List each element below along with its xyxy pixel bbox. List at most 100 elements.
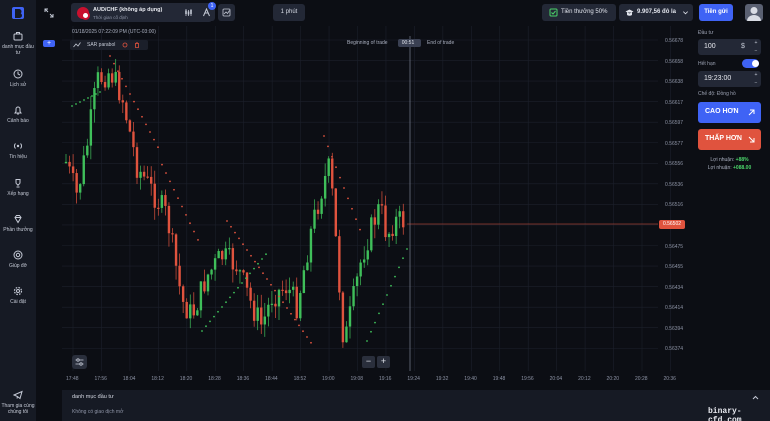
chevron-up-icon[interactable] [752, 394, 759, 401]
deposit-button[interactable]: Tiền gửi [699, 4, 733, 21]
sar-dot [355, 218, 357, 221]
sidebar-item-label: danh mục đầu tư [2, 44, 34, 56]
chart-settings-button[interactable] [72, 355, 87, 369]
sar-dot [327, 145, 329, 148]
sar-dot [213, 315, 215, 318]
candle-body [181, 286, 185, 302]
trade-end-label: End of trade [427, 40, 455, 46]
candle-body [128, 120, 132, 132]
candle-body [380, 204, 384, 206]
sidebar-item-signals[interactable]: Tin hiệu [0, 141, 36, 160]
candle-body [299, 292, 302, 319]
candle-body [366, 250, 369, 260]
sar-dot [181, 205, 183, 208]
sar-dot [290, 312, 292, 315]
brand-logo[interactable] [11, 6, 25, 20]
indicator-settings-icon[interactable] [122, 42, 128, 48]
expiry-decrease-button[interactable]: − [751, 79, 761, 87]
sar-dot [137, 108, 139, 111]
candle-body [352, 286, 355, 307]
higher-button[interactable]: CAO HƠN [698, 102, 761, 123]
invest-increase-button[interactable]: + [751, 39, 761, 47]
sar-dot [217, 310, 219, 313]
candle-body [235, 269, 238, 272]
lower-button[interactable]: THẤP HƠN [698, 129, 761, 150]
sidebar-item-label: Giúp đỡ [8, 263, 27, 269]
x-tick-label: 20:28 [635, 376, 648, 382]
x-tick-label: 18:04 [122, 376, 136, 382]
y-tick-label: 0.56617 [665, 99, 684, 106]
candle-body [132, 131, 135, 148]
indicator-pill[interactable]: SAR parabol [70, 40, 148, 50]
profit-percent: Lợi nhuận: +88% [698, 157, 761, 163]
sar-dot [254, 260, 256, 263]
y-tick-label: 0.56394 [665, 325, 684, 332]
sidebar-item-label: Tham gia cùng chúng tôi [1, 403, 35, 415]
candle-body [199, 281, 203, 311]
sar-dot [157, 146, 159, 149]
candle-body [224, 248, 227, 260]
sidebar-item-portfolio[interactable]: danh mục đầu tư [0, 31, 36, 56]
sar-dot [149, 131, 151, 133]
sidebar-item-join-us[interactable]: Tham gia cùng chúng tôi [0, 390, 36, 415]
sar-dot [234, 231, 236, 234]
chart-type-button[interactable] [180, 4, 197, 21]
sar-dot [265, 253, 267, 256]
timeframe-button[interactable]: 1 phút [273, 4, 305, 21]
price-chart[interactable]: 01/18/2025 07:22:09 PM (UTC-03:00) SAR p… [62, 26, 694, 390]
expiry-increase-button[interactable]: + [751, 71, 761, 79]
avatar[interactable] [745, 4, 763, 21]
arrow-down-right-icon [748, 136, 755, 143]
sidebar-item-help[interactable]: Giúp đỡ [0, 250, 36, 269]
chart-canvas[interactable] [62, 26, 694, 390]
expiry-toggle[interactable] [742, 59, 759, 68]
balance-selector[interactable]: 9.907,56 đô la [619, 4, 693, 21]
candle-body [359, 262, 362, 277]
sidebar-item-rewards[interactable]: Phần thưởng [0, 214, 36, 233]
invest-decrease-button[interactable]: − [751, 47, 761, 55]
candle-body [391, 233, 394, 237]
lower-label: THẤP HƠN [705, 135, 742, 142]
candle-body [160, 195, 164, 208]
sar-dot [351, 207, 353, 210]
sar-dot [201, 330, 203, 332]
sar-dot [242, 243, 244, 246]
indicator-label: SAR parabol [87, 42, 116, 48]
sar-dot [193, 230, 195, 233]
sidebar-item-history[interactable]: Lịch sử [0, 69, 36, 88]
sar-dot [95, 93, 97, 95]
candle-body [75, 173, 78, 193]
candles-icon [185, 9, 192, 16]
drawing-count-badge: 1 [208, 2, 216, 10]
zoom-out-button[interactable]: − [362, 356, 375, 368]
asset-name: AUD/CHF (không áp dụng) [93, 7, 163, 13]
candle-body [331, 158, 334, 189]
trash-icon[interactable] [134, 42, 140, 48]
candle-body [288, 289, 291, 294]
candle-body [142, 171, 146, 177]
indicator-icon [73, 42, 81, 48]
indicators-button[interactable] [218, 4, 235, 21]
y-tick-label: 0.56556 [665, 161, 684, 168]
top-bar: AUD/CHF (không áp dụng) Thời gian cố địn… [36, 0, 770, 26]
x-tick-label: 19:32 [435, 376, 449, 382]
bonus-button[interactable]: Tiền thưởng 50% [542, 4, 616, 21]
sar-dot [99, 91, 101, 93]
open-portfolio-badge[interactable]: + [43, 40, 55, 47]
portfolio-drawer[interactable]: danh mục đầu tư Không có giao dịch mở [62, 390, 770, 421]
sar-dot [261, 258, 263, 260]
zoom-in-button[interactable]: + [377, 356, 390, 368]
candle-body [377, 204, 380, 225]
mode-label: Chế độ: Đồng hồ [698, 91, 736, 97]
sar-dot [402, 257, 404, 260]
expand-icon[interactable] [44, 8, 54, 18]
candle-body [96, 72, 100, 89]
sidebar-item-ranking[interactable]: Xếp hạng [0, 178, 36, 197]
candle-body [153, 183, 156, 208]
sidebar-item-settings[interactable]: Cài đặt [0, 286, 36, 305]
sar-dot [221, 306, 223, 308]
x-tick-label: 20:36 [663, 376, 676, 382]
x-tick-label: 19:08 [350, 376, 364, 382]
sidebar-item-alerts[interactable]: Cảnh báo [0, 105, 36, 124]
sidebar-item-label: Lịch sử [9, 82, 27, 88]
